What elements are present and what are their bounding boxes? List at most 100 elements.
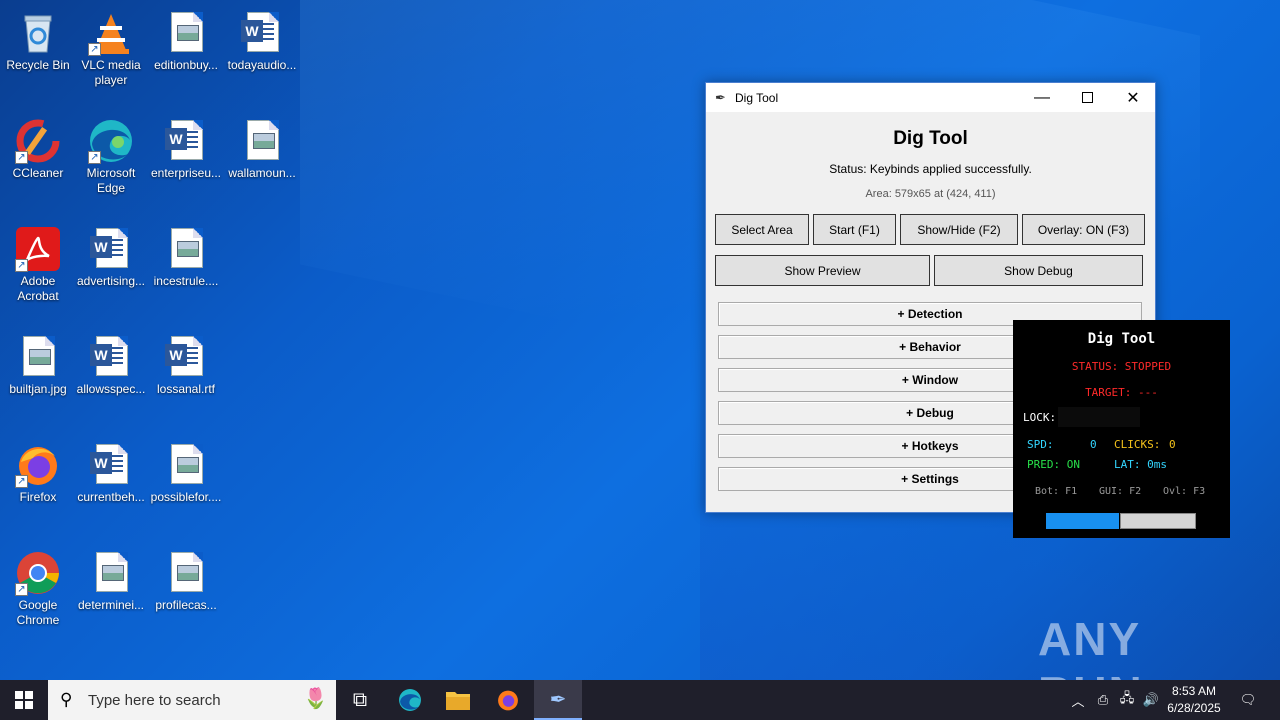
word-document-icon: W bbox=[88, 226, 134, 272]
taskbar: ⚲ Type here to search 🌷 ⧉ ✒ ︿ ⎙ 🖧 🔊 8:53… bbox=[0, 680, 1280, 720]
select-area-button[interactable]: Select Area bbox=[715, 214, 809, 245]
desktop-icon-label: allowsspec... bbox=[76, 382, 146, 396]
desktop-icon-adobe-acrobat[interactable]: ↗ Adobe Acrobat bbox=[0, 222, 76, 304]
desktop-icon-builtjan[interactable]: builtjan.jpg bbox=[0, 330, 76, 397]
desktop-icon-vlc[interactable]: ↗ VLC media player bbox=[73, 6, 149, 88]
tray-network-button[interactable]: 🖧 bbox=[1116, 680, 1138, 720]
overlay-status: STATUS: STOPPED bbox=[1071, 360, 1172, 373]
desktop-icon-label: Google Chrome bbox=[16, 598, 60, 627]
close-icon: ✕ bbox=[1126, 89, 1140, 107]
anyrun-watermark: ANY RUN bbox=[1038, 612, 1233, 680]
overlay-clicks-label: CLICKS: bbox=[1114, 438, 1161, 451]
vlc-icon: ↗ bbox=[88, 10, 134, 56]
desktop-icon-currentbeh[interactable]: W currentbeh... bbox=[73, 438, 149, 505]
close-button[interactable]: ✕ bbox=[1110, 83, 1156, 112]
feather-icon: ✒ bbox=[715, 89, 726, 105]
folder-icon bbox=[446, 692, 470, 710]
overlay-toggle-button[interactable]: Overlay: ON (F3) bbox=[1022, 214, 1145, 245]
image-file-icon bbox=[15, 334, 61, 380]
overlay-hotkey-bot: Bot: F1 bbox=[1035, 486, 1078, 497]
taskbar-file-explorer-button[interactable] bbox=[434, 680, 482, 720]
desktop-icon-google-chrome[interactable]: ↗ Google Chrome bbox=[0, 546, 76, 628]
desktop-icon-profilecas[interactable]: profilecas... bbox=[148, 546, 224, 613]
desktop-icon-label: profilecas... bbox=[155, 598, 217, 612]
image-file-icon bbox=[163, 442, 209, 488]
desktop-icon-determinei[interactable]: determinei... bbox=[73, 546, 149, 613]
desktop-icon-label: lossanal.rtf bbox=[156, 382, 216, 396]
status-text: Status: Keybinds applied successfully. bbox=[829, 162, 1032, 176]
start-button[interactable] bbox=[0, 680, 48, 720]
desktop-icon-label: incestrule.... bbox=[153, 274, 219, 288]
image-file-icon bbox=[88, 550, 134, 596]
overlay-hotkey-ovl: Ovl: F3 bbox=[1163, 486, 1206, 497]
desktop-icon-label: editionbuy... bbox=[154, 58, 218, 72]
desktop-icon-editionbuy[interactable]: editionbuy... bbox=[148, 6, 224, 73]
acrobat-icon: ↗ bbox=[15, 226, 61, 272]
task-view-button[interactable]: ⧉ bbox=[336, 680, 384, 720]
desktop-icon-recycle-bin[interactable]: Recycle Bin bbox=[0, 6, 76, 73]
minimize-button[interactable]: — bbox=[1019, 83, 1065, 112]
image-file-icon bbox=[163, 226, 209, 272]
chevron-up-icon: ︿ bbox=[1071, 693, 1085, 709]
taskbar-edge-button[interactable] bbox=[386, 680, 434, 720]
desktop-icon-advertising[interactable]: W advertising... bbox=[73, 222, 149, 289]
clock-date: 6/28/2025 bbox=[1167, 701, 1221, 715]
image-file-icon bbox=[239, 118, 285, 164]
desktop-icon-enterpriseu[interactable]: W enterpriseu... bbox=[148, 114, 224, 181]
taskbar-dig-tool-button[interactable]: ✒ bbox=[534, 680, 582, 720]
maximize-button[interactable] bbox=[1064, 83, 1110, 112]
search-placeholder: Type here to search bbox=[88, 691, 221, 709]
feather-icon: ✒ bbox=[549, 688, 567, 711]
desktop-icon-microsoft-edge[interactable]: ↗ Microsoft Edge bbox=[73, 114, 149, 196]
overlay-lock-bar bbox=[1058, 407, 1140, 427]
desktop-icon-wallamoun[interactable]: wallamoun... bbox=[224, 114, 300, 181]
overlay-pred: PRED: ON bbox=[1027, 458, 1080, 471]
chrome-icon: ↗ bbox=[15, 550, 61, 596]
desktop-icon-lossanal[interactable]: W lossanal.rtf bbox=[148, 330, 224, 397]
desktop-icon-incestrule[interactable]: incestrule.... bbox=[148, 222, 224, 289]
minimize-icon: — bbox=[1034, 88, 1050, 106]
task-view-icon: ⧉ bbox=[352, 688, 368, 711]
notification-center-button[interactable]: 🗨 bbox=[1234, 680, 1262, 720]
word-document-icon: W bbox=[163, 334, 209, 380]
show-debug-button[interactable]: Show Debug bbox=[934, 255, 1143, 286]
desktop-icon-label: todayaudio... bbox=[227, 58, 297, 72]
volume-icon: 🔊 bbox=[1142, 692, 1160, 707]
desktop-icon-ccleaner[interactable]: ↗ CCleaner bbox=[0, 114, 76, 181]
show-hidden-icons-button[interactable]: ︿ bbox=[1068, 680, 1088, 720]
desktop-icon-firefox[interactable]: ↗ Firefox bbox=[0, 438, 76, 505]
overlay-title: Dig Tool bbox=[1087, 331, 1156, 347]
desktop-icon-todayaudio[interactable]: W todayaudio... bbox=[224, 6, 300, 73]
start-button[interactable]: Start (F1) bbox=[813, 214, 896, 245]
taskbar-search-box[interactable]: ⚲ Type here to search 🌷 bbox=[48, 680, 336, 720]
overlay-spd-label: SPD: bbox=[1027, 438, 1054, 451]
desktop-icon-label: builtjan.jpg bbox=[9, 382, 67, 396]
firefox-icon: ↗ bbox=[15, 442, 61, 488]
search-highlight-flowers-icon: 🌷 bbox=[303, 688, 328, 710]
overlay-preview-thumb bbox=[1120, 513, 1196, 529]
taskbar-clock[interactable]: 8:53 AM 6/28/2025 bbox=[1158, 683, 1230, 717]
desktop-icon-label: Firefox bbox=[19, 490, 57, 504]
desktop-icon-possiblefor[interactable]: possiblefor.... bbox=[148, 438, 224, 505]
show-preview-button[interactable]: Show Preview bbox=[715, 255, 930, 286]
shortcut-arrow-icon: ↗ bbox=[15, 583, 28, 596]
desktop-icon-label: CCleaner bbox=[12, 166, 64, 180]
image-file-icon bbox=[163, 10, 209, 56]
desktop-icon-label: VLC media player bbox=[81, 58, 141, 87]
show-hide-button[interactable]: Show/Hide (F2) bbox=[900, 214, 1018, 245]
desktop-icon-label: determinei... bbox=[77, 598, 145, 612]
maximize-icon bbox=[1081, 92, 1093, 103]
title-bar[interactable]: ✒ Dig Tool — ✕ bbox=[706, 83, 1155, 112]
overlay-hotkey-gui: GUI: F2 bbox=[1099, 486, 1142, 497]
overlay-clicks-value: 0 bbox=[1169, 438, 1176, 451]
device-icon: ⎙ bbox=[1097, 692, 1109, 707]
area-text: Area: 579x65 at (424, 411) bbox=[865, 188, 996, 200]
taskbar-firefox-button[interactable] bbox=[484, 680, 532, 720]
overlay-spd-value: 0 bbox=[1090, 438, 1097, 451]
network-icon: 🖧 bbox=[1119, 690, 1135, 705]
edge-icon bbox=[399, 689, 421, 711]
tray-device-button[interactable]: ⎙ bbox=[1092, 680, 1114, 720]
desktop-icon-label: advertising... bbox=[76, 274, 146, 288]
desktop-icon-allowsspec[interactable]: W allowsspec... bbox=[73, 330, 149, 397]
windows-logo-icon bbox=[15, 691, 33, 709]
